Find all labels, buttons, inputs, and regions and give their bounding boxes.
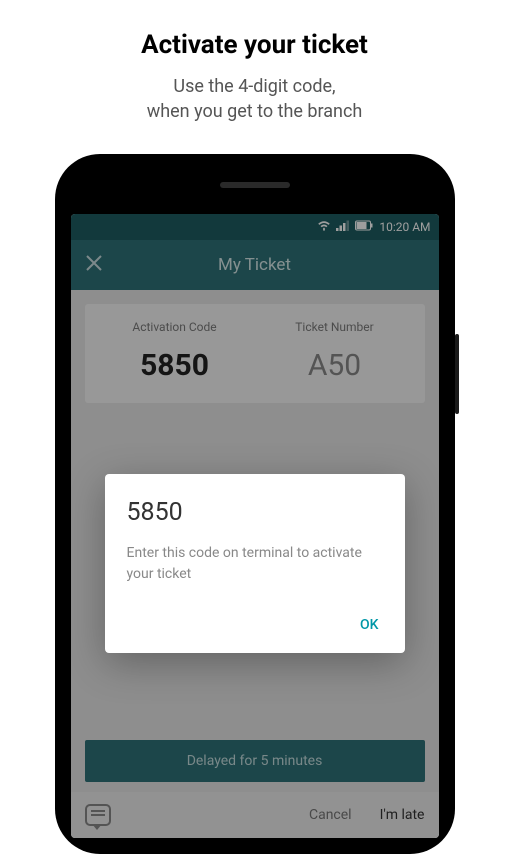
subtitle-line2: when you get to the branch bbox=[147, 101, 363, 122]
dialog-message: Enter this code on terminal to activate … bbox=[127, 543, 383, 585]
subtitle-line1: Use the 4-digit code, bbox=[173, 76, 335, 97]
phone-frame: 10:20 AM My Ticket Activation Code 5850 … bbox=[55, 154, 455, 854]
phone-screen: 10:20 AM My Ticket Activation Code 5850 … bbox=[71, 214, 439, 838]
dialog-code: 5850 bbox=[127, 498, 383, 527]
phone-speaker bbox=[220, 182, 290, 188]
page-title: Activate your ticket bbox=[20, 30, 489, 60]
page-subtitle: Use the 4-digit code, when you get to th… bbox=[20, 74, 489, 124]
ok-button[interactable]: OK bbox=[127, 611, 383, 639]
phone-side-button bbox=[455, 334, 459, 414]
activation-dialog: 5850 Enter this code on terminal to acti… bbox=[105, 474, 405, 653]
page-header: Activate your ticket Use the 4-digit cod… bbox=[0, 0, 509, 144]
